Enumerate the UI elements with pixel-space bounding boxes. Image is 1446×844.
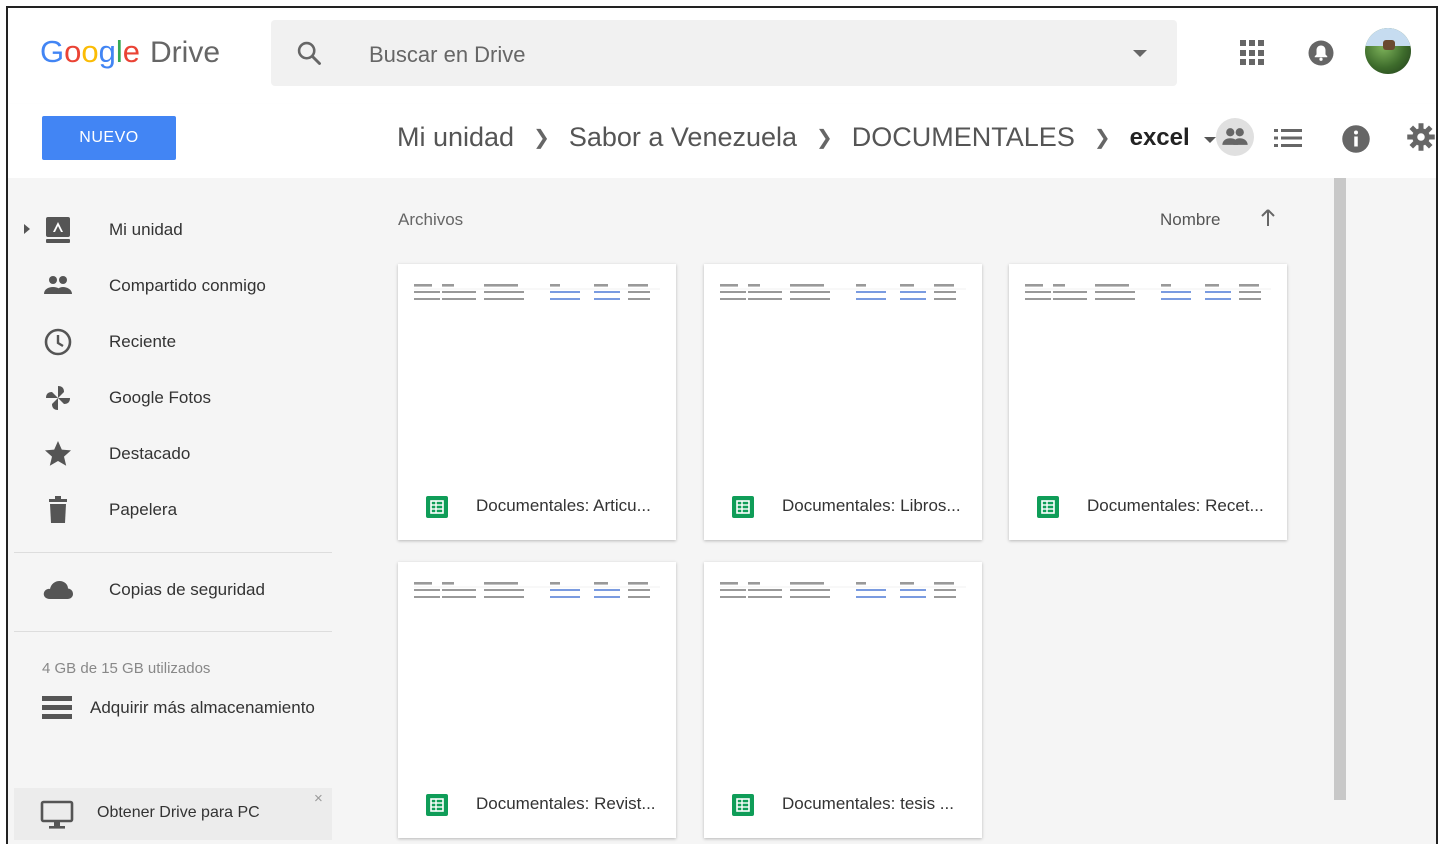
file-card[interactable]: Documentales: Revist...: [398, 562, 676, 838]
file-name: Documentales: Revist...: [476, 794, 656, 813]
logo-google-text: Google: [40, 34, 141, 69]
user-avatar[interactable]: [1365, 28, 1411, 74]
search-bar[interactable]: Buscar en Drive: [271, 20, 1177, 86]
spreadsheet-thumbnail: [398, 562, 676, 772]
file-card[interactable]: Documentales: Recet...: [1009, 264, 1287, 540]
file-card-footer: Documentales: tesis ...: [704, 778, 982, 834]
file-card-footer: Documentales: Revist...: [398, 778, 676, 834]
sheets-file-icon: [1037, 496, 1059, 518]
breadcrumb-item-mi-unidad[interactable]: Mi unidad: [397, 122, 514, 153]
sidebar-item-copias-de-seguridad[interactable]: Copias de seguridad: [8, 568, 333, 612]
star-icon: [45, 441, 71, 466]
apps-grid-icon[interactable]: [1240, 40, 1266, 66]
spreadsheet-thumbnail: [398, 264, 676, 474]
list-view-icon[interactable]: [1274, 128, 1302, 148]
folder-menu-chevron-down-icon[interactable]: [1203, 136, 1216, 143]
chevron-right-icon: ❯: [816, 127, 833, 149]
drive-window: Google Drive Buscar en Drive NUEVO Mi un…: [6, 6, 1438, 844]
sidebar-item-compartido[interactable]: Compartido conmigo: [8, 264, 333, 308]
sheets-file-icon: [426, 496, 448, 518]
cloud-icon: [43, 581, 73, 599]
section-title-archivos: Archivos: [398, 210, 464, 229]
trash-icon: [49, 496, 67, 523]
sidebar: Mi unidad Compartido conmigo Reciente Go…: [8, 178, 333, 844]
breadcrumb-current-folder[interactable]: excel: [1130, 124, 1190, 152]
sidebar-item-destacado[interactable]: Destacado: [8, 432, 333, 476]
sidebar-item-label: Google Fotos: [109, 388, 212, 407]
file-card[interactable]: Documentales: tesis ...: [704, 562, 982, 838]
search-options-chevron-down-icon[interactable]: [1133, 50, 1147, 57]
monitor-icon: [40, 800, 74, 829]
gear-icon[interactable]: [1406, 122, 1436, 152]
toolbar: NUEVO Mi unidad ❯ Sabor a Venezuela ❯ DO…: [8, 104, 1436, 180]
file-name: Documentales: tesis ...: [782, 794, 954, 813]
notifications-icon[interactable]: [1306, 38, 1336, 68]
sidebar-item-reciente[interactable]: Reciente: [8, 320, 333, 364]
arrow-up-icon[interactable]: [1258, 208, 1278, 228]
chevron-right-icon: ❯: [533, 127, 550, 149]
file-card-footer: Documentales: Articu...: [398, 480, 676, 536]
clock-icon: [44, 328, 72, 356]
sidebar-divider: [14, 552, 332, 553]
sort-by-name-button[interactable]: Nombre: [1160, 210, 1220, 230]
sidebar-divider: [14, 631, 332, 632]
file-card[interactable]: Documentales: Libros...: [704, 264, 982, 540]
file-name: Documentales: Articu...: [476, 496, 651, 515]
breadcrumb: Mi unidad ❯ Sabor a Venezuela ❯ DOCUMENT…: [397, 122, 1216, 153]
info-icon[interactable]: [1341, 124, 1371, 154]
sidebar-item-label: Compartido conmigo: [109, 276, 266, 295]
sidebar-item-google-fotos[interactable]: Google Fotos: [8, 376, 333, 420]
search-input[interactable]: Buscar en Drive: [369, 42, 526, 68]
expand-arrow-icon[interactable]: [24, 224, 30, 234]
breadcrumb-item-sabor-a-venezuela[interactable]: Sabor a Venezuela: [569, 122, 797, 153]
spreadsheet-thumbnail: [704, 562, 982, 772]
people-icon: [44, 276, 72, 294]
buy-storage-label[interactable]: Adquirir más almacenamiento: [90, 698, 315, 718]
sidebar-item-label: Destacado: [109, 444, 191, 463]
vertical-scrollbar[interactable]: [1334, 178, 1346, 800]
sidebar-item-label: Papelera: [109, 500, 178, 519]
sidebar-item-label: Reciente: [109, 332, 177, 351]
sheets-file-icon: [732, 794, 754, 816]
chevron-right-icon: ❯: [1093, 127, 1111, 149]
pinwheel-icon: [46, 386, 70, 410]
spreadsheet-thumbnail: [704, 264, 982, 474]
sidebar-item-papelera[interactable]: Papelera: [8, 488, 333, 532]
sidebar-item-mi-unidad[interactable]: Mi unidad: [8, 208, 333, 252]
close-icon[interactable]: ×: [314, 790, 323, 807]
storage-usage-text: 4 GB de 15 GB utilizados: [42, 660, 211, 677]
breadcrumb-item-documentales[interactable]: DOCUMENTALES: [852, 122, 1075, 153]
share-people-icon[interactable]: [1216, 118, 1254, 156]
sidebar-item-label: Mi unidad: [109, 220, 183, 239]
new-button[interactable]: NUEVO: [42, 116, 176, 160]
sheets-file-icon: [732, 496, 754, 518]
sheets-file-icon: [426, 794, 448, 816]
file-name: Documentales: Recet...: [1087, 496, 1264, 515]
get-drive-label: Obtener Drive para PC: [97, 804, 260, 821]
search-icon[interactable]: [295, 39, 323, 67]
storage-icon: [42, 696, 72, 719]
logo-drive-text: Drive: [150, 36, 221, 69]
file-name: Documentales: Libros...: [782, 496, 961, 515]
get-drive-for-pc-banner[interactable]: Obtener Drive para PC ×: [14, 788, 332, 840]
spreadsheet-thumbnail: [1009, 264, 1287, 474]
sidebar-item-label: Copias de seguridad: [109, 580, 265, 599]
drive-icon: [46, 217, 70, 243]
google-drive-logo[interactable]: Google Drive: [40, 34, 220, 70]
file-card[interactable]: Documentales: Articu...: [398, 264, 676, 540]
file-card-footer: Documentales: Libros...: [704, 480, 982, 536]
file-card-footer: Documentales: Recet...: [1009, 480, 1287, 536]
